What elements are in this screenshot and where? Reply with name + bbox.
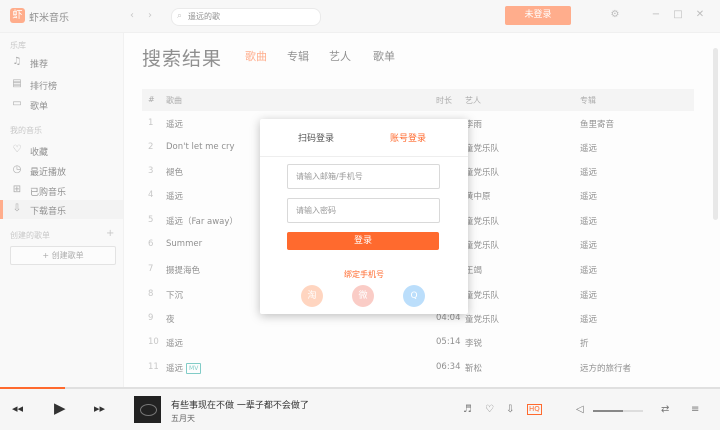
next-icon[interactable]: ▸▸ bbox=[94, 402, 105, 415]
dialog-divider bbox=[260, 156, 468, 157]
taobao-icon[interactable]: 淘 bbox=[301, 285, 323, 307]
email-input[interactable] bbox=[296, 170, 432, 183]
volume-slider[interactable] bbox=[593, 410, 643, 412]
password-field[interactable] bbox=[287, 198, 440, 223]
album-cover[interactable] bbox=[134, 396, 161, 423]
app-window: 虾 虾米音乐 ‹ › ⌕ 未登录 ⚙ − □ ✕ 乐库 ♫ 推荐 ▤ 排行榜 ▭… bbox=[0, 0, 720, 430]
play-icon[interactable]: ▶ bbox=[54, 399, 66, 417]
login-dialog: 扫码登录 账号登录 登录 绑定手机号 淘 微 Q bbox=[260, 119, 468, 314]
volume-fill bbox=[593, 410, 623, 412]
tab-account-login[interactable]: 账号登录 bbox=[390, 131, 426, 144]
tab-qr-login[interactable]: 扫码登录 bbox=[298, 131, 334, 144]
qq-icon[interactable]: Q bbox=[403, 285, 425, 307]
player-bar: ◂◂ ▶ ▸▸ 有些事现在不做 一辈子都不会做了 五月天 ♬ ♡ ⇩ HQ ◁ … bbox=[0, 387, 720, 430]
now-playing-title[interactable]: 有些事现在不做 一辈子都不会做了 bbox=[171, 398, 309, 411]
playlist-icon[interactable]: ≡ bbox=[691, 404, 699, 415]
quality-badge[interactable]: HQ bbox=[527, 404, 542, 415]
bind-phone-link[interactable]: 绑定手机号 bbox=[260, 269, 468, 280]
repeat-icon[interactable]: ⇄ bbox=[661, 404, 669, 415]
volume-icon[interactable]: ◁ bbox=[576, 404, 584, 415]
submit-login-button[interactable]: 登录 bbox=[287, 232, 439, 250]
weibo-icon[interactable]: 微 bbox=[352, 285, 374, 307]
lyrics-icon[interactable]: ♬ bbox=[463, 404, 472, 415]
now-playing-artist[interactable]: 五月天 bbox=[171, 413, 195, 424]
download-icon[interactable]: ⇩ bbox=[506, 404, 514, 415]
email-field[interactable] bbox=[287, 164, 440, 189]
password-input[interactable] bbox=[296, 204, 432, 217]
like-icon[interactable]: ♡ bbox=[485, 404, 494, 415]
progress-fill bbox=[0, 387, 65, 389]
progress-bar[interactable] bbox=[0, 387, 720, 389]
previous-icon[interactable]: ◂◂ bbox=[12, 402, 23, 415]
